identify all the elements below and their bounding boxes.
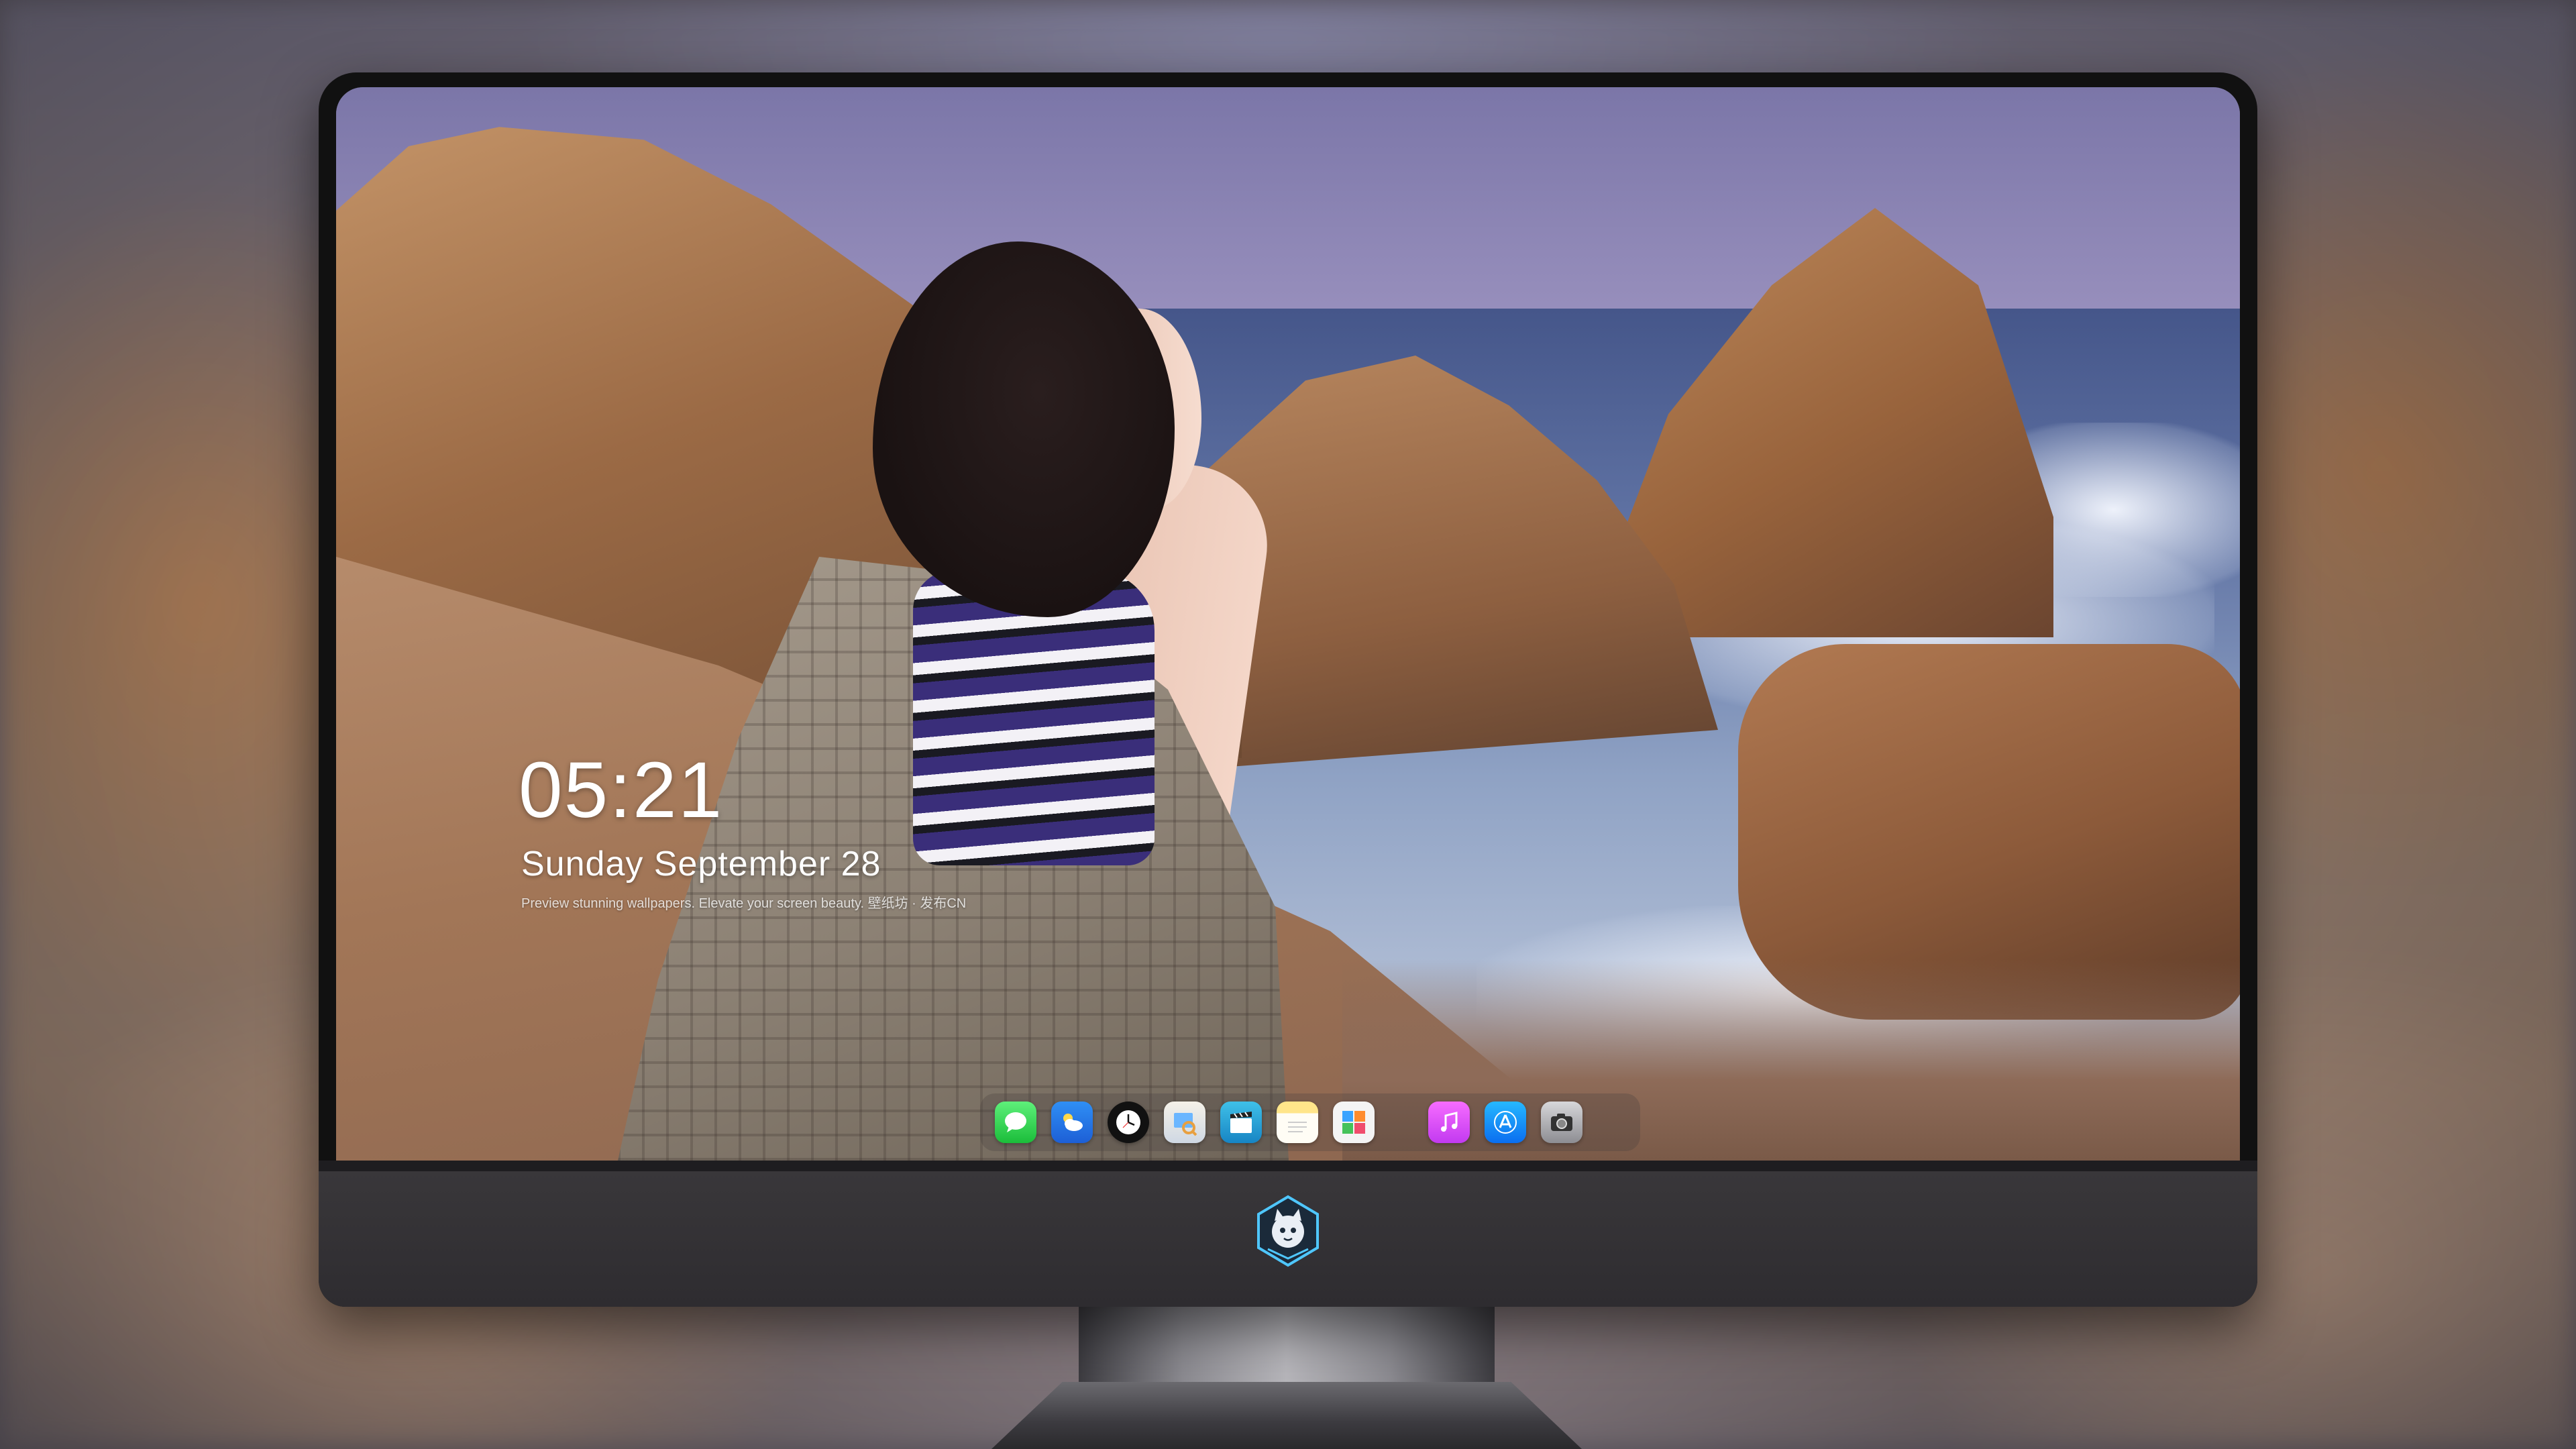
dock-app-video[interactable]	[1220, 1102, 1262, 1143]
camera-icon	[1551, 1114, 1572, 1131]
lock-screen-time: 05:21	[519, 746, 724, 835]
clapperboard-icon	[1230, 1112, 1252, 1133]
message-bubble-icon	[1005, 1112, 1026, 1132]
preview-icon	[1174, 1113, 1197, 1136]
cloud-sun-icon	[1063, 1114, 1083, 1131]
lock-screen-date: Sunday September 28	[521, 845, 881, 883]
desktop-screen: 05:21 Sunday September 28 Preview stunni…	[336, 87, 2240, 1161]
dock-app-weather[interactable]	[1051, 1102, 1093, 1143]
dock-app-preview[interactable]	[1164, 1102, 1205, 1143]
clock-icon	[1116, 1110, 1140, 1134]
dock-app-messages[interactable]	[995, 1102, 1036, 1143]
app-store-icon	[1494, 1111, 1517, 1134]
music-note-icon	[1441, 1112, 1458, 1132]
dock-app-music[interactable]	[1428, 1102, 1470, 1143]
dock	[980, 1093, 1640, 1151]
photo-grid-icon	[1342, 1111, 1365, 1134]
dock-app-app-store[interactable]	[1485, 1102, 1526, 1143]
monitor-stand-foot	[991, 1382, 1582, 1449]
monitor-stand-neck	[1079, 1307, 1495, 1394]
dock-app-photos[interactable]	[1333, 1102, 1375, 1143]
lock-screen-tagline: Preview stunning wallpapers. Elevate you…	[521, 896, 967, 911]
monitor: 05:21 Sunday September 28 Preview stunni…	[319, 72, 2257, 1307]
cat-mascot-badge-icon	[1257, 1195, 1319, 1267]
chin-edge	[319, 1161, 2257, 1171]
dock-app-clock[interactable]	[1108, 1102, 1149, 1143]
notes-icon	[1288, 1122, 1307, 1132]
dock-app-camera[interactable]	[1541, 1102, 1582, 1143]
dock-app-notes[interactable]	[1277, 1102, 1318, 1143]
wallpaper-figure-hair	[873, 241, 1175, 617]
